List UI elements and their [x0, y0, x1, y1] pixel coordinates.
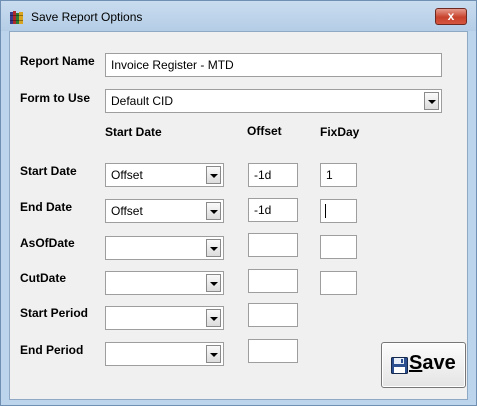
end-period-offset-input[interactable]	[248, 339, 298, 363]
asofdate-offset-input[interactable]	[248, 233, 298, 257]
end-date-type-select[interactable]: Offset	[105, 199, 224, 223]
chevron-down-icon[interactable]	[206, 166, 221, 184]
save-button[interactable]: Save	[381, 342, 466, 388]
start-date-type-select[interactable]: Offset	[105, 163, 224, 187]
chevron-down-icon[interactable]	[206, 274, 221, 292]
form-to-use-label: Form to Use	[20, 91, 91, 105]
column-header-fixday: FixDay	[320, 125, 360, 139]
form-to-use-value: Default CID	[111, 94, 174, 108]
text-caret	[325, 204, 326, 218]
floppy-disk-icon	[391, 357, 408, 374]
end-period-select[interactable]	[105, 342, 224, 366]
chevron-down-icon[interactable]	[206, 239, 221, 257]
close-icon: x	[447, 9, 455, 23]
report-name-label: Report Name	[20, 54, 95, 68]
close-button[interactable]: x	[435, 8, 467, 25]
form-to-use-select[interactable]: Default CID	[105, 89, 442, 113]
chevron-down-icon[interactable]	[206, 345, 221, 363]
start-period-offset-input[interactable]	[248, 303, 298, 327]
row-label-start-date: Start Date	[20, 164, 77, 178]
window-title: Save Report Options	[31, 10, 143, 24]
row-label-cutdate: CutDate	[20, 271, 67, 285]
cutdate-fixday-input[interactable]	[320, 271, 357, 295]
chevron-down-icon[interactable]	[206, 309, 221, 327]
books-icon	[10, 11, 23, 24]
asofdate-type-select[interactable]	[105, 236, 224, 260]
column-header-offset: Offset	[247, 124, 282, 138]
report-name-input[interactable]: Invoice Register - MTD	[105, 53, 442, 77]
start-date-fixday-input[interactable]: 1	[320, 163, 357, 187]
end-date-fixday-input[interactable]	[320, 199, 357, 223]
row-label-end-period: End Period	[20, 343, 84, 357]
row-label-end-date: End Date	[20, 200, 73, 214]
save-button-label: Save	[409, 352, 456, 374]
chevron-down-icon[interactable]	[206, 202, 221, 220]
cutdate-type-select[interactable]	[105, 271, 224, 295]
end-date-type-value: Offset	[111, 204, 143, 218]
asofdate-fixday-input[interactable]	[320, 235, 357, 259]
row-label-asofdate: AsOfDate	[20, 236, 75, 250]
title-bar[interactable]: Save Report Options x	[1, 1, 476, 31]
start-date-type-value: Offset	[111, 168, 143, 182]
column-header-start-date: Start Date	[105, 125, 162, 139]
row-label-start-period: Start Period	[20, 306, 89, 320]
dialog-body: Report Name Invoice Register - MTD Form …	[9, 31, 468, 400]
start-date-offset-input[interactable]: -1d	[248, 163, 298, 187]
start-period-select[interactable]	[105, 306, 224, 330]
chevron-down-icon[interactable]	[424, 92, 439, 110]
end-date-offset-input[interactable]: -1d	[248, 198, 298, 222]
cutdate-offset-input[interactable]	[248, 269, 298, 293]
save-report-options-window: Save Report Options x Report Name Invoic…	[0, 0, 477, 406]
